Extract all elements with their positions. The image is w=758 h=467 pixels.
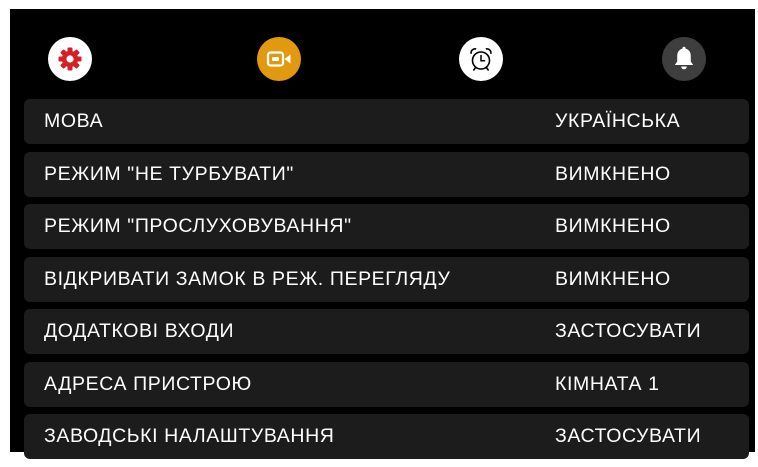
menu-row-label: ЗАВОДСЬКІ НАЛАШТУВАННЯ	[44, 425, 335, 447]
menu-row-value: ВИМКНЕНО	[555, 215, 671, 237]
menu-row-unlock-in-view-mode[interactable]: ВІДКРИВАТИ ЗАМОК В РЕЖ. ПЕРЕГЛЯДУ ВИМКНЕ…	[24, 256, 749, 302]
menu-row-label: ДОДАТКОВІ ВХОДИ	[44, 320, 235, 342]
menu-row-label: МОВА	[44, 110, 104, 132]
gear-icon	[58, 47, 82, 71]
menu-row-value: ВИМКНЕНО	[555, 162, 671, 185]
menu-row-value: ЗАСТОСУВАТИ	[555, 320, 702, 342]
top-icon-bar	[10, 37, 755, 81]
menu-row-additional-inputs[interactable]: ДОДАТКОВІ ВХОДИ ЗАСТОСУВАТИ	[24, 309, 749, 354]
settings-tab[interactable]	[48, 37, 92, 81]
menu-row-language[interactable]: МОВА УКРАЇНСЬКА	[24, 99, 749, 144]
menu-row-label: РЕЖИМ "ПРОСЛУХОВУВАННЯ"	[44, 215, 352, 237]
video-camera-icon	[266, 51, 291, 67]
menu-row-factory-reset[interactable]: ЗАВОДСЬКІ НАЛАШТУВАННЯ ЗАСТОСУВАТИ	[24, 414, 749, 459]
alarm-tab[interactable]	[459, 37, 503, 81]
settings-menu: МОВА УКРАЇНСЬКА РЕЖИМ "НЕ ТУРБУВАТИ" ВИМ…	[24, 99, 749, 467]
video-tab[interactable]	[257, 37, 301, 81]
menu-row-listening-mode[interactable]: РЕЖИМ "ПРОСЛУХОВУВАННЯ" ВИМКНЕНО	[24, 204, 749, 249]
menu-row-value: КІМНАТА 1	[555, 372, 660, 395]
bell-icon	[674, 46, 694, 70]
menu-row-device-address[interactable]: АДРЕСА ПРИСТРОЮ КІМНАТА 1	[24, 361, 749, 407]
alarm-clock-icon	[470, 48, 492, 71]
menu-row-value: УКРАЇНСЬКА	[555, 110, 681, 132]
menu-row-do-not-disturb[interactable]: РЕЖИМ "НЕ ТУРБУВАТИ" ВИМКНЕНО	[24, 151, 749, 197]
device-screen: МОВА УКРАЇНСЬКА РЕЖИМ "НЕ ТУРБУВАТИ" ВИМ…	[10, 9, 755, 459]
menu-row-value: ВИМКНЕНО	[555, 267, 671, 290]
menu-row-label: АДРЕСА ПРИСТРОЮ	[44, 372, 252, 395]
menu-row-value: ЗАСТОСУВАТИ	[555, 425, 702, 447]
bell-tab[interactable]	[662, 37, 706, 81]
menu-row-label: ВІДКРИВАТИ ЗАМОК В РЕЖ. ПЕРЕГЛЯДУ	[44, 267, 451, 290]
menu-row-label: РЕЖИМ "НЕ ТУРБУВАТИ"	[44, 162, 294, 185]
